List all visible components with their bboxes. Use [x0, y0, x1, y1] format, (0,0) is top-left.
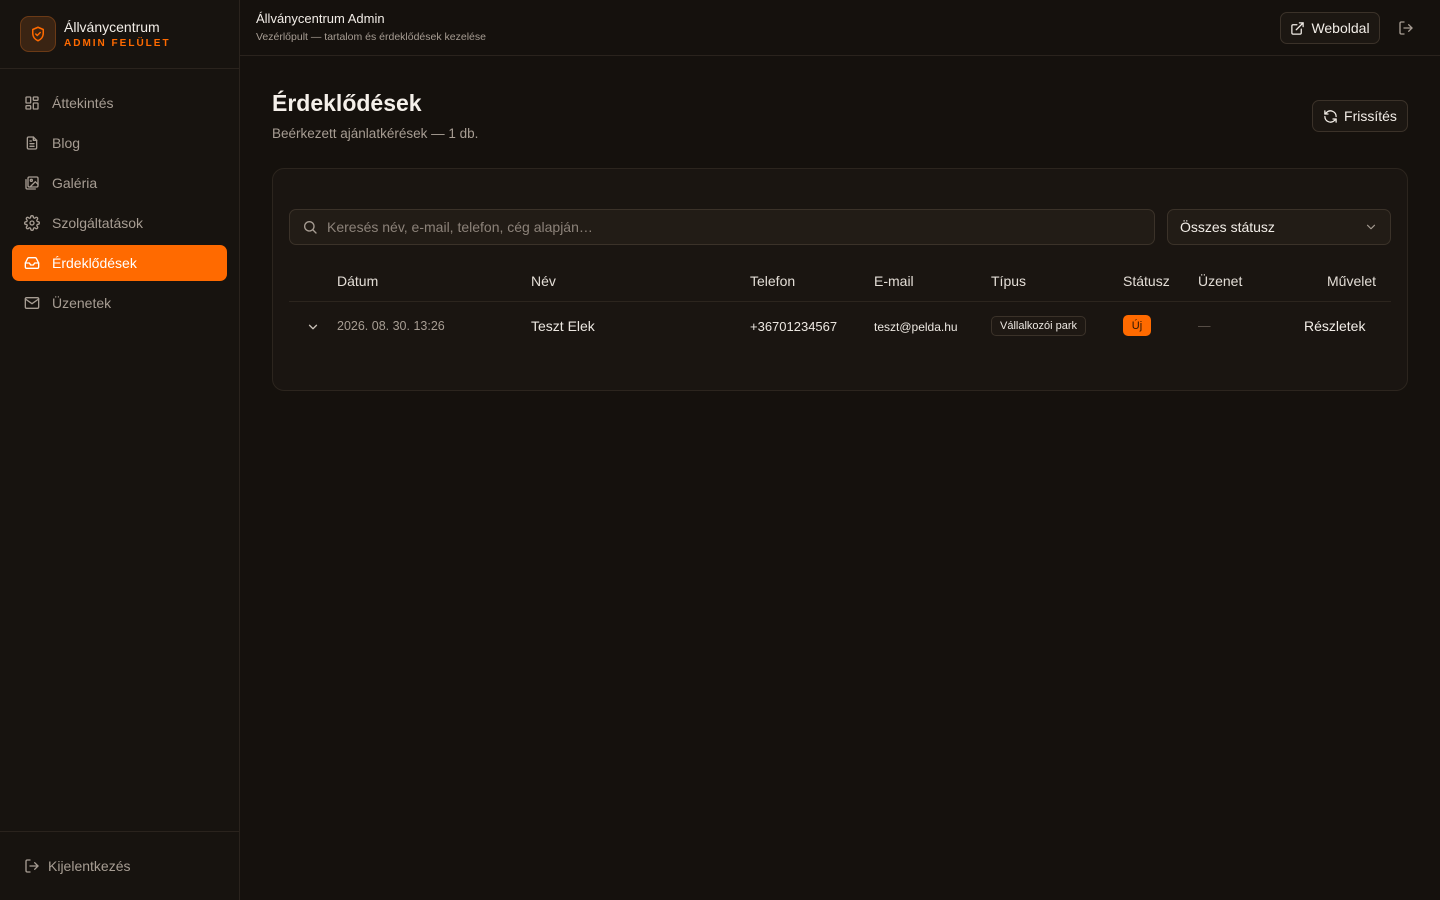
- sidebar: Állványcentrum ADMIN FELÜLET Áttekintés …: [0, 0, 240, 900]
- logout-icon: [1399, 21, 1413, 35]
- row-email: teszt@pelda.hu: [874, 320, 958, 334]
- brand: Állványcentrum ADMIN FELÜLET: [0, 0, 239, 69]
- table-header-divider: [289, 301, 1391, 302]
- search-box: [289, 209, 1155, 245]
- column-header-message[interactable]: Üzenet: [1198, 273, 1242, 289]
- row-type-badge: Vállalkozói park: [991, 316, 1087, 336]
- status-filter-value: Összes státusz: [1180, 219, 1275, 235]
- sidebar-item-messages[interactable]: Üzenetek: [12, 285, 227, 321]
- sidebar-item-label: Szolgáltatások: [52, 215, 144, 231]
- column-header-type[interactable]: Típus: [991, 273, 1026, 289]
- sidebar-item-label: Galéria: [52, 175, 98, 191]
- column-header-phone[interactable]: Telefon: [750, 273, 795, 289]
- row-phone: +36701234567: [750, 319, 838, 334]
- dashboard-icon: [25, 96, 39, 110]
- sidebar-nav: Áttekintés Blog Galéria Szolgáltatások É…: [0, 69, 239, 321]
- gear-icon: [24, 215, 40, 231]
- sidebar-item-label: Érdeklődések: [52, 255, 137, 271]
- brand-logo: [20, 16, 56, 52]
- page-title: Érdeklődések: [272, 90, 422, 116]
- brand-subtitle: ADMIN FELÜLET: [64, 38, 171, 49]
- external-link-icon: [1291, 21, 1305, 35]
- status-badge: Új: [1123, 315, 1151, 336]
- sidebar-item-gallery[interactable]: Galéria: [12, 165, 227, 201]
- header-subtitle: Vezérlőpult — tartalom és érdeklődések k…: [256, 31, 486, 43]
- column-header-name[interactable]: Név: [531, 273, 556, 289]
- website-button[interactable]: Weboldal: [1280, 12, 1380, 44]
- website-label: Weboldal: [1311, 20, 1370, 36]
- column-header-status[interactable]: Státusz: [1123, 273, 1170, 289]
- gallery-icon: [25, 176, 39, 190]
- status-filter-select[interactable]: Összes státusz: [1167, 209, 1391, 245]
- refresh-button[interactable]: Frissítés: [1312, 100, 1408, 132]
- logout-label: Kijelentkezés: [48, 858, 131, 874]
- row-date: 2026. 08. 30. 13:26: [337, 319, 445, 333]
- topbar: Állványcentrum Admin Vezérlőpult — tarta…: [240, 0, 1440, 56]
- refresh-icon: [1324, 109, 1337, 123]
- inquiries-card: Összes státusz Dátum Név Telefon E-mail …: [272, 168, 1408, 391]
- row-name: Teszt Elek: [531, 318, 595, 334]
- sidebar-item-label: Áttekintés: [52, 95, 114, 111]
- header-logout-button[interactable]: [1396, 18, 1416, 38]
- column-header-email[interactable]: E-mail: [874, 273, 914, 289]
- search-input[interactable]: [327, 219, 1127, 235]
- sidebar-item-inquiries[interactable]: Érdeklődések: [12, 245, 227, 281]
- sidebar-item-label: Üzenetek: [52, 295, 112, 311]
- refresh-label: Frissítés: [1344, 108, 1397, 124]
- logout-icon: [25, 859, 39, 873]
- sidebar-item-overview[interactable]: Áttekintés: [12, 85, 227, 121]
- inbox-icon: [24, 257, 40, 269]
- page-subtitle: Beérkezett ajánlatkérések — 1 db.: [272, 126, 479, 141]
- chevron-down-icon: [1366, 224, 1376, 230]
- column-header-action: Művelet: [1327, 273, 1377, 289]
- row-expand-button[interactable]: [303, 317, 323, 337]
- brand-name: Állványcentrum: [64, 19, 160, 35]
- header-title: Állványcentrum Admin: [256, 11, 385, 26]
- mail-icon: [24, 297, 40, 309]
- row-message: —: [1198, 319, 1211, 333]
- column-header-date[interactable]: Dátum: [337, 273, 378, 289]
- sidebar-logout-button[interactable]: Kijelentkezés: [0, 831, 239, 900]
- sidebar-item-blog[interactable]: Blog: [12, 125, 227, 161]
- chevron-down-icon: [308, 324, 318, 330]
- row-details-button[interactable]: Részletek: [1304, 318, 1365, 334]
- document-icon: [26, 136, 38, 150]
- shield-icon: [32, 26, 44, 42]
- sidebar-item-services[interactable]: Szolgáltatások: [12, 205, 227, 241]
- search-icon: [304, 221, 317, 234]
- sidebar-item-label: Blog: [52, 135, 81, 151]
